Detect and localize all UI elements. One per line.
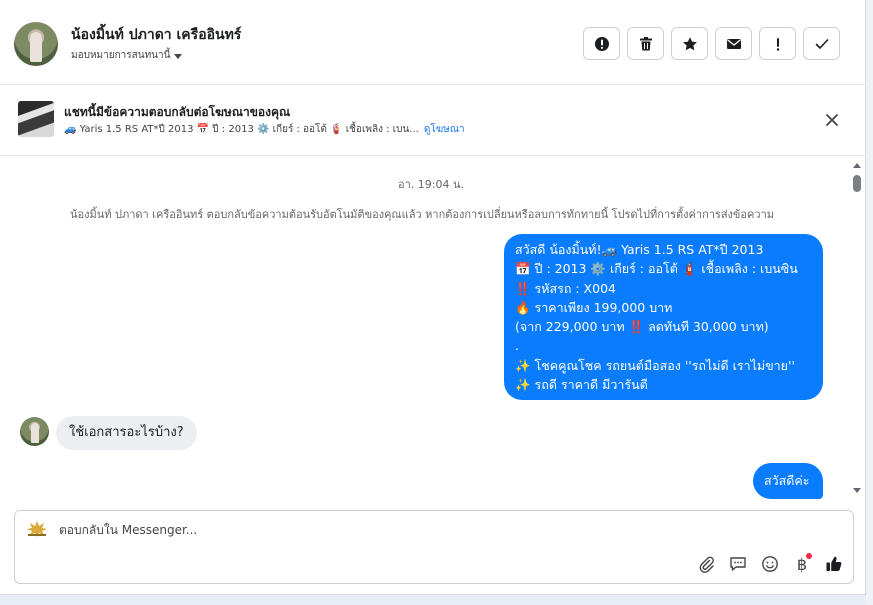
message-line: สวัสดี น้องมิ้นท์!🚙 Yaris 1.5 RS AT*ปี 2… bbox=[515, 242, 764, 257]
conversation-header: น้องมิ้นท์ ปภาดา เครืออินทร์ มอบหมายการส… bbox=[0, 0, 866, 85]
close-banner-button[interactable] bbox=[822, 110, 842, 130]
reply-composer: ฿ bbox=[14, 510, 854, 584]
emoji-icon bbox=[762, 556, 778, 572]
ad-summary: 🚙 Yaris 1.5 RS AT*ปี 2013 📅 ปี : 2013 ⚙️… bbox=[64, 124, 419, 135]
message-line: ✨ รถดี ราคาดี มีวารันตี bbox=[515, 377, 648, 393]
ad-reply-banner: แชทนี้มีข้อความตอบกลับต่อโฆษณาของคุณ 🚙 Y… bbox=[0, 86, 866, 156]
scroll-up-arrow-icon[interactable] bbox=[853, 163, 861, 168]
thread-scrollbar[interactable] bbox=[852, 160, 864, 498]
system-message: น้องมิ้นท์ ปภาดา เครืออินทร์ ตอบกลับข้อค… bbox=[69, 208, 775, 221]
attach-file-button[interactable] bbox=[695, 553, 717, 575]
saved-reply-icon bbox=[730, 557, 746, 571]
send-like-button[interactable] bbox=[823, 553, 845, 575]
ad-banner-title: แชทนี้มีข้อความตอบกลับต่อโฆษณาของคุณ bbox=[64, 105, 291, 119]
trash-icon bbox=[639, 36, 652, 50]
close-icon bbox=[826, 114, 838, 126]
star-button[interactable] bbox=[671, 27, 708, 60]
mark-spam-button[interactable] bbox=[583, 27, 620, 60]
assign-conversation-dropdown[interactable]: มอบหมายการสนทนานี้ bbox=[71, 48, 183, 63]
contact-avatar[interactable] bbox=[14, 22, 58, 66]
outgoing-welcome-message: สวัสดี น้องมิ้นท์!🚙 Yaris 1.5 RS AT*ปี 2… bbox=[504, 234, 823, 401]
thumbs-up-icon bbox=[826, 556, 842, 571]
header-actions bbox=[583, 27, 840, 60]
exclamation-icon bbox=[776, 37, 779, 51]
mark-unread-button[interactable] bbox=[715, 27, 752, 60]
message-line: ✨ โชคคูณโชค รถยนต์มือสอง ''รถไม่ดี เราไม… bbox=[515, 357, 795, 373]
ad-thumbnail bbox=[18, 101, 54, 137]
outgoing-reply-message: สวัสดีค่ะ bbox=[753, 463, 823, 499]
scroll-down-arrow-icon[interactable] bbox=[853, 488, 861, 493]
contact-avatar-small bbox=[20, 417, 49, 446]
message-thread[interactable]: อา. 19:04 น. น้องมิ้นท์ ปภาดา เครืออินทร… bbox=[0, 157, 866, 500]
saved-replies-button[interactable] bbox=[727, 553, 749, 575]
alert-circle-icon bbox=[594, 36, 609, 51]
page-logo-icon bbox=[27, 521, 47, 537]
contact-name[interactable]: น้องมิ้นท์ ปภาดา เครืออินทร์ bbox=[71, 24, 241, 46]
message-line: ‼️ รหัสรถ : X004 bbox=[515, 280, 616, 296]
message-line: (จาก 229,000 บาท ‼️ ลดทันที 30,000 บาท) bbox=[515, 319, 769, 335]
delete-button[interactable] bbox=[627, 27, 664, 60]
conversation-panel: น้องมิ้นท์ ปภาดา เครืออินทร์ มอบหมายการส… bbox=[0, 0, 866, 595]
paperclip-icon bbox=[699, 556, 714, 573]
message-line: 🔥 ราคาเพียง 199,000 บาท bbox=[515, 299, 673, 315]
assign-label: มอบหมายการสนทนานี้ bbox=[71, 50, 171, 61]
mark-done-button[interactable] bbox=[803, 27, 840, 60]
payment-button[interactable]: ฿ bbox=[791, 553, 813, 575]
follow-up-button[interactable] bbox=[759, 27, 796, 60]
notification-dot bbox=[806, 553, 812, 559]
page-scroll-strip bbox=[866, 0, 873, 605]
message-timestamp: อา. 19:04 น. bbox=[398, 178, 464, 191]
message-line: . bbox=[515, 338, 519, 354]
scroll-thumb[interactable] bbox=[853, 175, 861, 192]
mail-icon bbox=[726, 38, 741, 49]
caret-down-icon bbox=[174, 53, 183, 59]
reply-input[interactable] bbox=[59, 523, 659, 537]
incoming-message: ใช้เอกสารอะไรบ้าง? bbox=[56, 416, 197, 450]
ad-banner-subtitle: 🚙 Yaris 1.5 RS AT*ปี 2013 📅 ปี : 2013 ⚙️… bbox=[64, 122, 465, 137]
view-ad-link[interactable]: ดูโฆษณา bbox=[424, 124, 465, 135]
composer-tools: ฿ bbox=[695, 553, 845, 575]
emoji-button[interactable] bbox=[759, 553, 781, 575]
message-line: 📅 ปี : 2013 ⚙️ เกียร์ : ออโต้ 🧯 เชื้อเพล… bbox=[515, 261, 798, 277]
checkmark-icon bbox=[815, 38, 828, 49]
star-icon bbox=[682, 36, 697, 50]
